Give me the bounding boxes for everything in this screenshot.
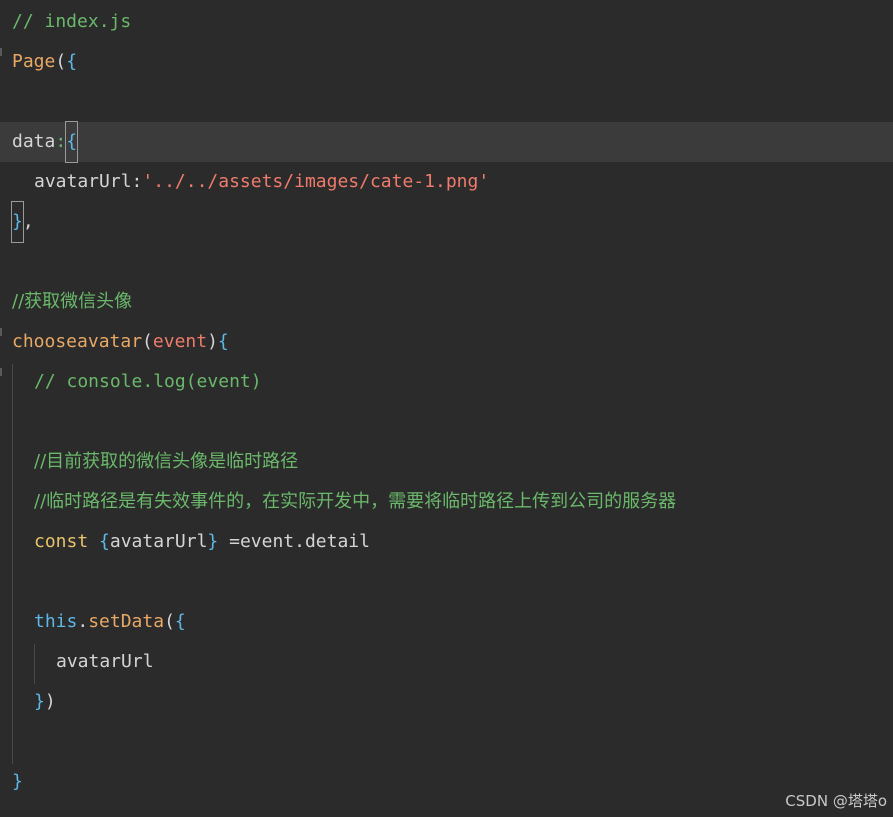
code-line[interactable]: avatarUrl:'../../assets/images/cate-1.pn… <box>0 162 893 202</box>
brace: { <box>99 531 110 552</box>
code-line[interactable]: this.setData({ <box>0 602 893 642</box>
brace: { <box>66 51 78 72</box>
code-line[interactable]: } <box>0 762 893 802</box>
comma: , <box>22 211 34 232</box>
brace: } <box>34 691 45 712</box>
code-line[interactable]: // console.log(event) <box>0 362 893 402</box>
brace: } <box>207 531 219 552</box>
code-line[interactable]: //目前获取的微信头像是临时路径 <box>0 442 893 482</box>
paren: ( <box>164 611 175 632</box>
comment: //获取微信头像 <box>12 291 133 312</box>
dot: . <box>77 611 89 632</box>
brace: { <box>174 611 186 632</box>
paren: ) <box>44 691 56 712</box>
code-line[interactable]: avatarUrl <box>0 642 893 682</box>
function-name: chooseavatar <box>12 331 143 352</box>
property-name: data <box>12 131 56 152</box>
comment: // console.log(event) <box>34 371 262 392</box>
code-line-current[interactable]: data:{ <box>0 121 893 163</box>
property-name: avatarUrl <box>56 651 154 672</box>
comment: //临时路径是有失效事件的，在实际开发中，需要将临时路径上传到公司的服务器 <box>34 491 677 512</box>
property-name: avatarUrl <box>34 171 132 192</box>
code-line[interactable]: }, <box>0 201 893 243</box>
keyword: const <box>34 531 89 552</box>
matched-brace: { <box>65 121 79 163</box>
brace: { <box>217 331 229 352</box>
parameter: event <box>152 331 208 352</box>
method-name: setData <box>88 611 165 632</box>
code-line[interactable]: chooseavatar(event){ <box>0 322 893 362</box>
paren: ( <box>55 51 67 72</box>
colon: : <box>55 131 67 152</box>
code-line[interactable]: //获取微信头像 <box>0 282 893 322</box>
function-name: Page <box>12 51 56 72</box>
brace: } <box>12 771 23 792</box>
comment: // index.js <box>12 11 132 32</box>
string-literal: '../../assets/images/cate-1.png' <box>142 171 490 192</box>
code-line[interactable]: //临时路径是有失效事件的，在实际开发中，需要将临时路径上传到公司的服务器 <box>0 482 893 522</box>
comment: //目前获取的微信头像是临时路径 <box>34 451 299 472</box>
colon: : <box>131 171 143 192</box>
assignment: =event.detail <box>218 531 370 552</box>
paren: ( <box>142 331 153 352</box>
matched-brace: } <box>11 201 24 243</box>
code-line[interactable]: const {avatarUrl} =event.detail <box>0 522 893 562</box>
code-editor[interactable]: // index.js Page({ data:{ avatarUrl:'../… <box>0 0 893 817</box>
variable-name: avatarUrl <box>109 531 208 552</box>
paren: ) <box>207 331 218 352</box>
code-line[interactable]: }) <box>0 682 893 722</box>
code-line[interactable]: Page({ <box>0 42 893 82</box>
watermark: CSDN @塔塔o <box>785 792 887 810</box>
code-line[interactable]: // index.js <box>0 2 893 42</box>
this-keyword: this <box>34 611 78 632</box>
